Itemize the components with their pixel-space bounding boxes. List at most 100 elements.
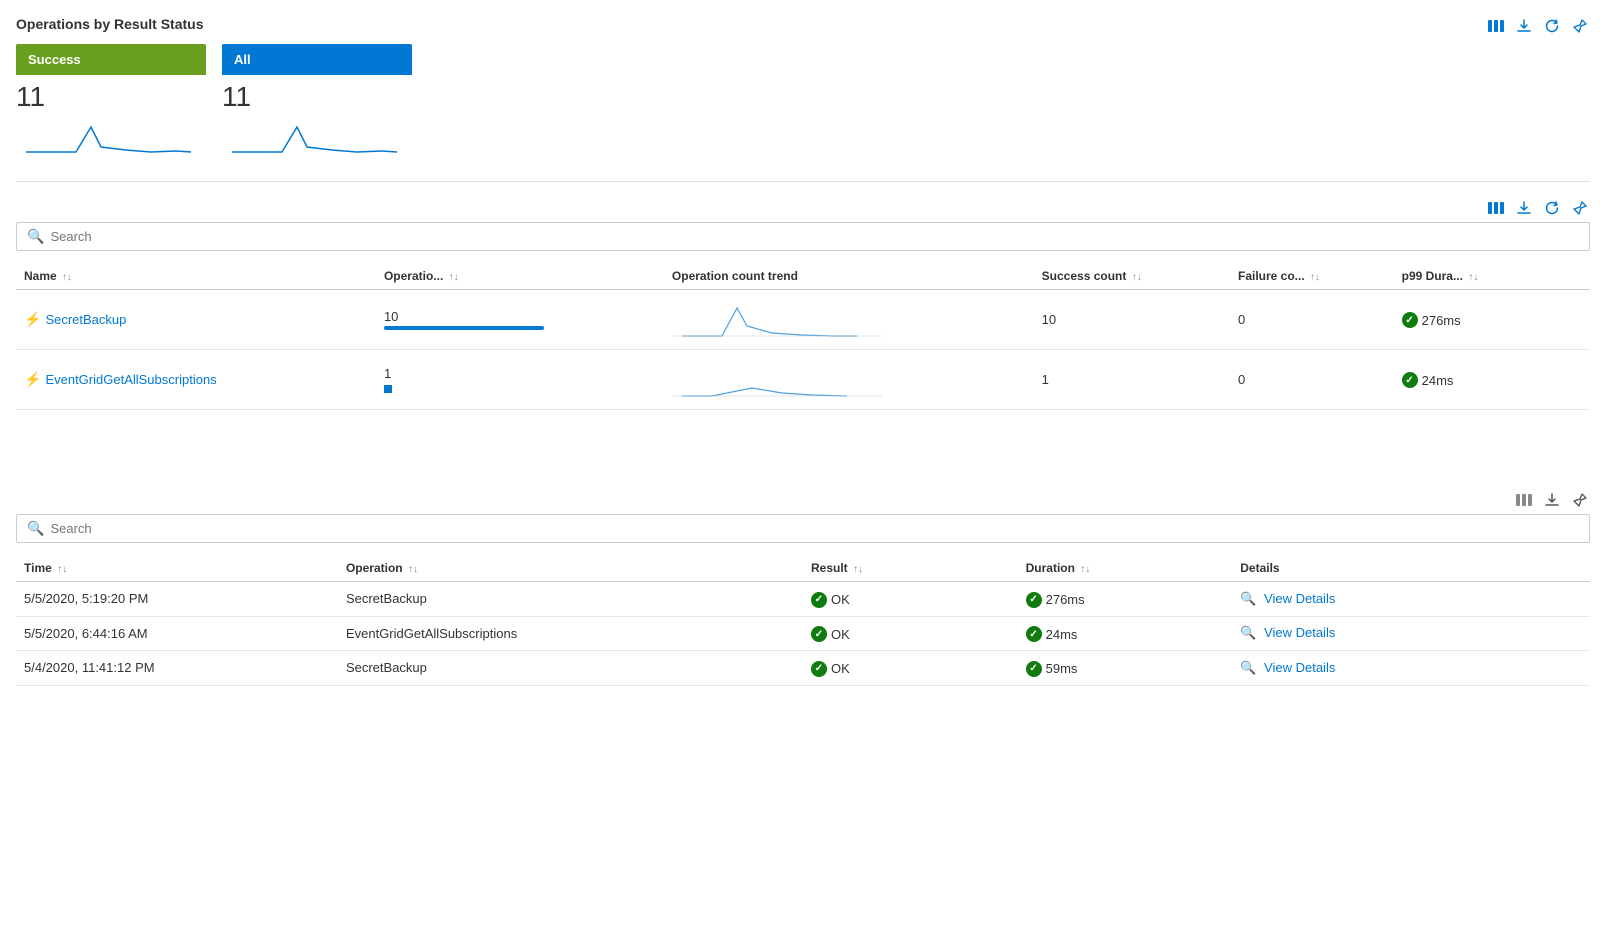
operation-value: SecretBackup (346, 660, 427, 675)
operation-cell: SecretBackup (338, 651, 803, 686)
download-icon[interactable] (1514, 16, 1534, 36)
view-details-link[interactable]: View Details (1264, 591, 1335, 606)
duration-cell: ✓ 276ms (1018, 582, 1233, 617)
top-toolbar (1486, 16, 1590, 36)
time-cell: 5/5/2020, 5:19:20 PM (16, 582, 338, 617)
trend-bar (384, 326, 544, 330)
duration-check-icon: ✓ (1026, 626, 1042, 642)
col-header-time[interactable]: Time ↑↓ (16, 555, 338, 582)
p99-status: ✓ 276ms (1402, 312, 1461, 328)
col-header-p99[interactable]: p99 Dura... ↑↓ (1394, 263, 1590, 290)
duration-value: 24ms (1046, 627, 1078, 642)
sort-icon-p99[interactable]: ↑↓ (1468, 272, 1478, 283)
sort-icon-time[interactable]: ↑↓ (57, 564, 67, 575)
top-search-bar[interactable]: 🔍 (16, 222, 1590, 251)
small-bar (384, 385, 392, 393)
sort-icon-result[interactable]: ↑↓ (853, 564, 863, 575)
refresh-icon-2[interactable] (1542, 198, 1562, 218)
bolt-icon: ⚡ (24, 371, 41, 388)
top-search-input[interactable] (50, 229, 1579, 244)
trend-cell (664, 350, 1034, 410)
pin-icon-3[interactable] (1570, 490, 1590, 510)
op-name-cell: ⚡ EventGridGetAllSubscriptions (16, 350, 376, 410)
result-status: ✓ OK (811, 592, 850, 608)
result-check-icon: ✓ (811, 626, 827, 642)
search-icon-top: 🔍 (27, 228, 44, 245)
sparkline-svg (672, 298, 882, 338)
search-icon-bottom: 🔍 (27, 520, 44, 537)
sort-icon-success[interactable]: ↑↓ (1132, 272, 1142, 283)
p99-value: 276ms (1422, 313, 1461, 328)
col-header-trend[interactable]: Operation count trend (664, 263, 1034, 290)
all-card-count: 11 (222, 81, 412, 113)
operation-value: SecretBackup (346, 591, 427, 606)
sort-icon-duration[interactable]: ↑↓ (1080, 564, 1090, 575)
columns-icon[interactable] (1486, 16, 1506, 36)
op-count-value: 1 (384, 366, 656, 381)
result-status: ✓ OK (811, 661, 850, 677)
col-header-duration[interactable]: Duration ↑↓ (1018, 555, 1233, 582)
op-count-value: 10 (384, 309, 656, 324)
op-name-text[interactable]: SecretBackup (45, 312, 126, 327)
section-title: Operations by Result Status (16, 16, 203, 32)
result-check-icon: ✓ (811, 661, 827, 677)
success-sparkline (16, 117, 206, 157)
columns-icon-3[interactable] (1514, 490, 1534, 510)
download-icon-3[interactable] (1542, 490, 1562, 510)
col-header-success[interactable]: Success count ↑↓ (1034, 263, 1230, 290)
p99-value: 24ms (1422, 373, 1454, 388)
result-value: OK (831, 592, 850, 607)
bottom-search-input[interactable] (50, 521, 1579, 536)
time-value: 5/5/2020, 5:19:20 PM (24, 591, 148, 606)
operation-cell: SecretBackup (338, 582, 803, 617)
result-cell: ✓ OK (803, 582, 1018, 617)
col-header-operation[interactable]: Operation ↑↓ (338, 555, 803, 582)
view-details-link[interactable]: View Details (1264, 660, 1335, 675)
refresh-icon[interactable] (1542, 16, 1562, 36)
duration-cell: ✓ 59ms (1018, 651, 1233, 686)
failure-count-value: 0 (1238, 372, 1245, 387)
success-card-header: Success (16, 44, 206, 75)
page-container: Operations by Result Status (0, 0, 1606, 702)
operation-cell: EventGridGetAllSubscriptions (338, 616, 803, 651)
operations-table: Name ↑↓ Operatio... ↑↓ Operation count t… (16, 263, 1590, 410)
bolt-icon: ⚡ (24, 311, 41, 328)
view-details-link[interactable]: View Details (1264, 625, 1335, 640)
op-name-cell: ⚡ SecretBackup (16, 290, 376, 350)
all-card[interactable]: All 11 (222, 44, 412, 157)
p99-cell: ✓ 276ms (1394, 290, 1590, 350)
search-icon-details: 🔍 (1240, 660, 1256, 675)
search-icon-details: 🔍 (1240, 591, 1256, 606)
sort-icon-failure[interactable]: ↑↓ (1310, 272, 1320, 283)
sort-icon-operation[interactable]: ↑↓ (408, 564, 418, 575)
details-cell: 🔍 View Details (1232, 651, 1590, 686)
sort-icon-name[interactable]: ↑↓ (62, 272, 72, 283)
col-header-result[interactable]: Result ↑↓ (803, 555, 1018, 582)
operations-status-section: Operations by Result Status (16, 16, 1590, 157)
success-card-count: 11 (16, 81, 206, 113)
success-card[interactable]: Success 11 (16, 44, 206, 157)
pin-icon[interactable] (1570, 16, 1590, 36)
columns-icon-2[interactable] (1486, 198, 1506, 218)
sort-icon-opcount[interactable]: ↑↓ (449, 272, 459, 283)
bottom-search-bar[interactable]: 🔍 (16, 514, 1590, 543)
time-value: 5/4/2020, 11:41:12 PM (24, 660, 155, 675)
col-header-opcount[interactable]: Operatio... ↑↓ (376, 263, 664, 290)
table-row: ⚡ EventGridGetAllSubscriptions 1 1 (16, 350, 1590, 410)
col-header-details: Details (1232, 555, 1590, 582)
duration-value: 59ms (1046, 661, 1078, 676)
col-header-name[interactable]: Name ↑↓ (16, 263, 376, 290)
op-name-text[interactable]: EventGridGetAllSubscriptions (45, 372, 216, 387)
result-cell: ✓ OK (803, 616, 1018, 651)
pin-icon-2[interactable] (1570, 198, 1590, 218)
search-icon-details: 🔍 (1240, 625, 1256, 640)
result-value: OK (831, 627, 850, 642)
duration-check-icon: ✓ (1026, 661, 1042, 677)
col-header-failure[interactable]: Failure co... ↑↓ (1230, 263, 1394, 290)
p99-cell: ✓ 24ms (1394, 350, 1590, 410)
table-row: 5/5/2020, 6:44:16 AM EventGridGetAllSubs… (16, 616, 1590, 651)
download-icon-2[interactable] (1514, 198, 1534, 218)
failure-count-value: 0 (1238, 312, 1245, 327)
result-cell: ✓ OK (803, 651, 1018, 686)
p99-status: ✓ 24ms (1402, 372, 1454, 388)
